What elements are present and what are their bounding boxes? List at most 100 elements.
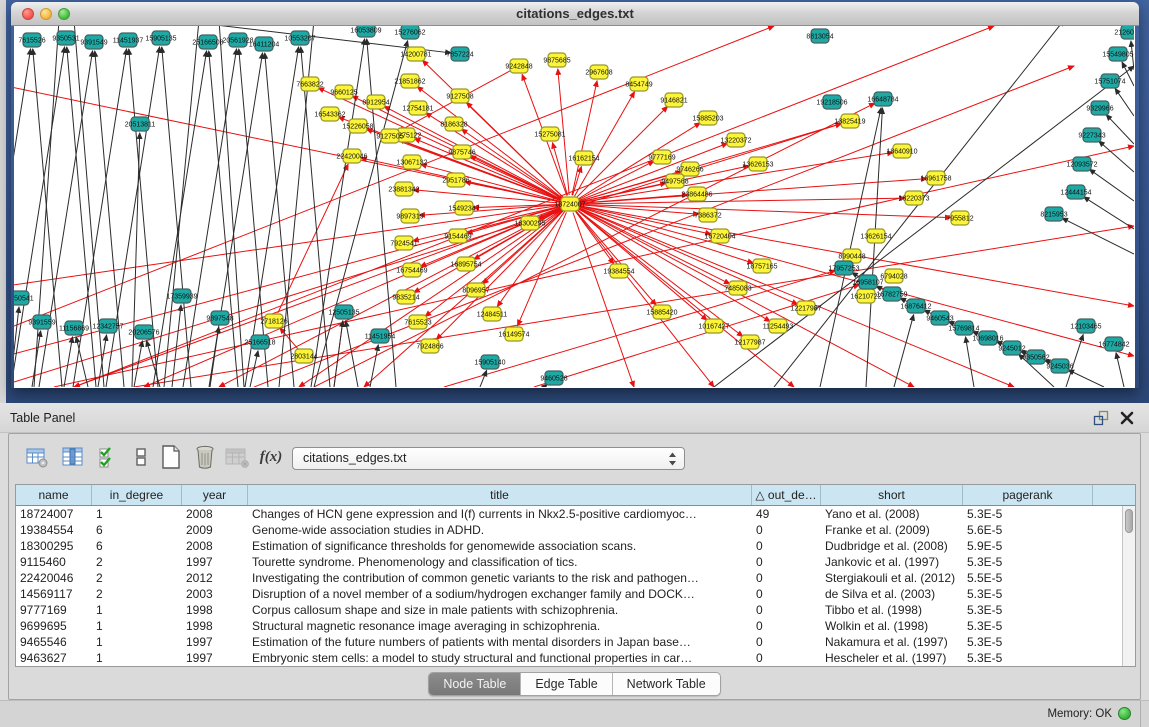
graph-node[interactable]: 15905135 [145, 31, 176, 45]
column-header-short[interactable]: short [821, 485, 963, 505]
delete-trash-icon[interactable] [191, 443, 219, 471]
graph-node[interactable]: 12103465 [1070, 319, 1101, 333]
graph-node[interactable]: 19218506 [816, 95, 847, 109]
graph-node[interactable]: 11254493 [763, 319, 794, 333]
tab-node-table[interactable]: Node Table [429, 673, 521, 695]
graph-node[interactable]: 9391559 [28, 315, 55, 329]
column-header-title[interactable]: title [248, 485, 752, 505]
column-header-year[interactable]: year [182, 485, 248, 505]
graph-node[interactable]: 8813054 [806, 29, 833, 43]
graph-node[interactable]: 8454749 [625, 77, 652, 91]
graph-node[interactable]: 9245012 [998, 341, 1025, 355]
graph-node[interactable]: 11156869 [59, 321, 89, 335]
graph-node[interactable]: 6794028 [880, 269, 907, 283]
table-column-icon[interactable] [59, 443, 87, 471]
table-settings-icon[interactable] [23, 443, 51, 471]
column-header-name[interactable]: name [16, 485, 92, 505]
graph-node[interactable]: 9897319 [396, 209, 423, 223]
tab-network-table[interactable]: Network Table [613, 673, 720, 695]
graph-node[interactable]: 9897548 [206, 311, 233, 325]
graph-node[interactable]: 10553267 [284, 31, 315, 45]
graph-node[interactable]: 16149574 [498, 327, 529, 341]
delete-table-icon[interactable] [223, 443, 251, 471]
graph-node[interactable]: 2967608 [585, 65, 612, 79]
graph-node-label: 12217987 [790, 306, 821, 313]
graph-node[interactable]: 16162154 [568, 151, 599, 165]
graph-node[interactable]: 9127508 [446, 89, 473, 103]
graph-node[interactable]: 7955812 [946, 211, 973, 225]
graph-node[interactable]: 13825419 [834, 114, 865, 128]
table-row[interactable]: 977716911998Corpus callosum shape and si… [16, 602, 1122, 618]
graph-node[interactable]: 7386372 [694, 208, 721, 222]
graph-node[interactable]: 16648784 [867, 92, 898, 106]
graph-node[interactable]: 20513811 [125, 117, 156, 131]
table-row[interactable]: 946554611997Estimation of the future num… [16, 634, 1122, 650]
table-row[interactable]: 1938455462009Genome-wide association stu… [16, 522, 1122, 538]
table-row[interactable]: 911546021997Tourette syndrome. Phenomeno… [16, 554, 1122, 570]
graph-node[interactable]: 13626153 [742, 157, 773, 171]
graph-node[interactable]: 7857224 [446, 47, 473, 61]
graph-node[interactable]: 18757165 [746, 259, 777, 273]
row-height-icon[interactable] [127, 443, 155, 471]
column-header-out_de[interactable]: △ out_de… [752, 485, 821, 505]
graph-node[interactable]: 8186328 [440, 117, 467, 131]
graph-node[interactable]: 12484511 [477, 307, 508, 321]
network-canvas[interactable]: 1872400797771699746266949756823864486738… [14, 26, 1135, 388]
graph-node[interactable]: 16543362 [314, 107, 345, 121]
graph-node[interactable]: 9227343 [1078, 128, 1105, 142]
tab-edge-table[interactable]: Edge Table [521, 673, 612, 695]
panel-close-icon[interactable] [1119, 410, 1135, 426]
graph-node[interactable]: 9391549 [80, 35, 107, 49]
graph-node[interactable]: 25166518 [244, 335, 275, 349]
panel-float-icon[interactable] [1093, 410, 1109, 426]
table-row[interactable]: 1830029562008Estimation of significance … [16, 538, 1122, 554]
table-row[interactable]: 2242004622012Investigating the contribut… [16, 570, 1122, 586]
graph-node[interactable]: 17359939 [166, 289, 197, 303]
table-row[interactable]: 946362711997Embryonic stem cells: a mode… [16, 650, 1122, 666]
vertical-scrollbar[interactable] [1122, 506, 1135, 666]
graph-node[interactable]: 2951786 [442, 173, 469, 187]
graph-node[interactable]: 15885203 [692, 111, 723, 125]
graph-node[interactable]: 12754181 [402, 101, 433, 115]
select-columns-icon[interactable] [95, 443, 123, 471]
table-row[interactable]: 1456911722003Disruption of a novel membe… [16, 586, 1122, 602]
graph-node[interactable]: 11451937 [113, 33, 144, 47]
column-header-in_degree[interactable]: in_degree [92, 485, 182, 505]
citation-network-graph[interactable]: 1872400797771699746266949756823864486738… [14, 26, 1134, 387]
graph-node[interactable]: 13626154 [860, 229, 891, 243]
graph-node[interactable]: 16053809 [350, 26, 381, 37]
table-selector[interactable]: citations_edges.txt [292, 447, 685, 470]
graph-node[interactable]: 21851862 [394, 74, 425, 88]
graph-node[interactable]: 12177987 [734, 335, 765, 349]
graph-node[interactable]: 9460528 [540, 371, 567, 385]
table-row[interactable]: 1872400712008Changes of HCN gene express… [16, 506, 1122, 522]
graph-node[interactable]: 2718126 [260, 314, 287, 328]
graph-node[interactable]: 9875685 [543, 53, 570, 67]
graph-node[interactable]: 7615526 [18, 33, 45, 47]
graph-node[interactable]: 7924541 [390, 236, 417, 250]
scrollbar-thumb[interactable] [1125, 509, 1133, 533]
graph-node[interactable]: 19384554 [603, 264, 634, 278]
graph-node[interactable]: 15549805 [1102, 47, 1133, 61]
graph-node[interactable]: 16961758 [920, 171, 951, 185]
graph-node[interactable]: 9329966 [1086, 101, 1113, 115]
graph-node[interactable]: 15275081 [534, 127, 565, 141]
table-row[interactable]: 969969511998Structural magnetic resonanc… [16, 618, 1122, 634]
graph-node[interactable]: 9350541 [14, 291, 34, 305]
window-titlebar[interactable]: citations_edges.txt [11, 2, 1139, 26]
memory-indicator[interactable]: Memory: OK [1047, 707, 1131, 720]
graph-node[interactable]: 18640910 [886, 144, 917, 158]
graph-node[interactable]: 12444154 [1060, 185, 1091, 199]
graph-node[interactable]: 16774842 [1098, 337, 1129, 351]
graph-node[interactable]: 23881342 [388, 182, 419, 196]
new-document-icon[interactable] [157, 443, 185, 471]
column-header-pagerank[interactable]: pagerank [963, 485, 1093, 505]
graph-node[interactable]: 15276062 [394, 26, 425, 39]
function-builder-icon[interactable]: f(x) [257, 443, 285, 471]
graph-node[interactable]: 13220372 [720, 133, 751, 147]
graph-node[interactable]: 12093572 [1066, 157, 1097, 171]
graph-node[interactable]: 15226058 [342, 119, 373, 133]
graph-node[interactable]: 21260650 [1114, 26, 1134, 39]
graph-node[interactable]: 9146821 [660, 93, 687, 107]
graph-node[interactable]: 15905140 [474, 355, 505, 369]
